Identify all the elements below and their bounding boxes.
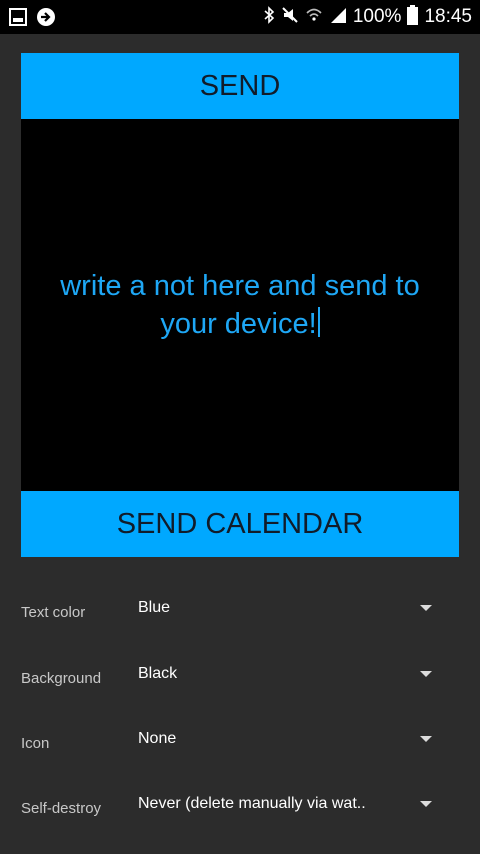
dropdown-arrow-icon	[420, 736, 432, 742]
note-card: SEND write a not here and send to your d…	[21, 53, 459, 557]
setting-label-icon: Icon	[21, 735, 50, 752]
setting-row-background: Background Black	[0, 656, 480, 716]
note-text-field[interactable]: write a not here and send to your device…	[30, 267, 450, 343]
send-calendar-button[interactable]: SEND CALENDAR	[21, 491, 459, 557]
wifi-icon	[305, 6, 323, 29]
setting-label-text-color: Text color	[21, 604, 86, 621]
send-button[interactable]: SEND	[21, 53, 459, 119]
background-value: Black	[138, 665, 178, 682]
self-destroy-value: Never (delete manually via wat..	[138, 795, 366, 812]
note-editor[interactable]: write a not here and send to your device…	[21, 119, 459, 491]
setting-row-icon: Icon None	[0, 721, 480, 781]
signal-icon	[329, 6, 347, 29]
dropdown-arrow-icon	[420, 605, 432, 611]
icon-dropdown[interactable]: None	[138, 721, 448, 761]
dropdown-arrow-icon	[420, 671, 432, 677]
text-color-value: Blue	[138, 599, 171, 616]
clock: 18:45	[424, 6, 472, 27]
note-text: write a not here and send to your device…	[60, 270, 420, 340]
icon-value: None	[138, 730, 177, 747]
battery-icon	[407, 4, 419, 30]
dropdown-arrow-icon	[420, 801, 432, 807]
sync-icon	[36, 7, 56, 32]
status-bar-right: 100% 18:45	[263, 0, 472, 34]
self-destroy-dropdown[interactable]: Never (delete manually via wat..	[138, 786, 448, 826]
image-icon	[8, 7, 28, 32]
status-bar: 100% 18:45	[0, 0, 480, 34]
setting-row-self-destroy: Self-destroy Never (delete manually via …	[0, 786, 480, 846]
background-dropdown[interactable]: Black	[138, 656, 448, 696]
text-color-dropdown[interactable]: Blue	[138, 590, 448, 630]
setting-label-self-destroy: Self-destroy	[21, 800, 102, 817]
text-cursor	[317, 307, 320, 337]
status-bar-left	[8, 7, 56, 32]
bluetooth-icon	[263, 5, 275, 29]
setting-row-text-color: Text color Blue	[0, 590, 480, 650]
mute-icon	[281, 6, 299, 29]
setting-label-background: Background	[21, 670, 102, 687]
battery-percentage: 100%	[352, 6, 402, 27]
